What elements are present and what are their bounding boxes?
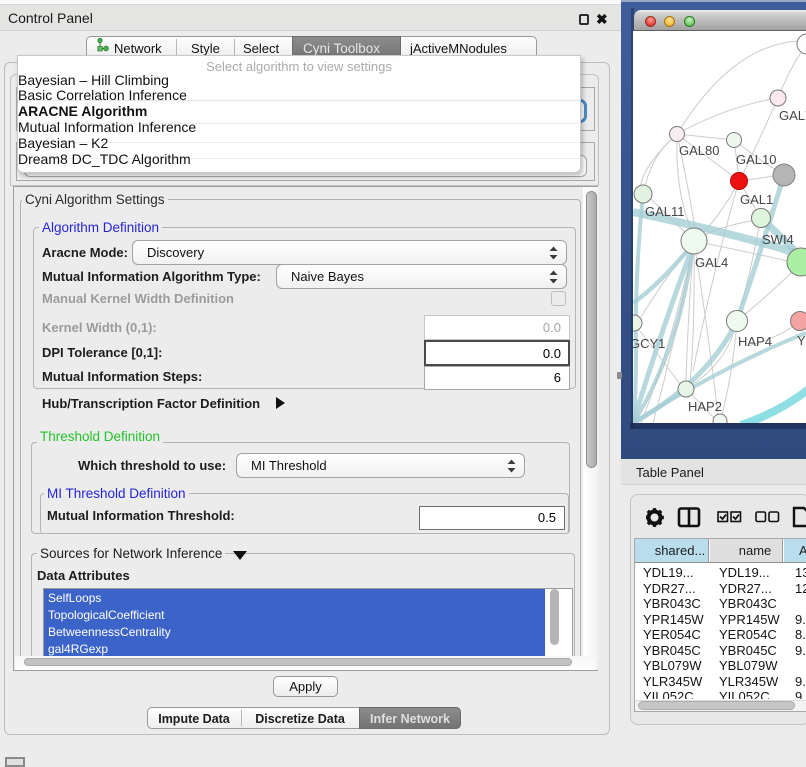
svg-text:GAL10: GAL10 xyxy=(736,152,776,167)
svg-text:SWI4: SWI4 xyxy=(762,232,794,247)
svg-text:GAL11: GAL11 xyxy=(645,204,685,219)
svg-text:GAL7: GAL7 xyxy=(779,108,806,123)
svg-text:HAP2: HAP2 xyxy=(688,399,722,414)
svg-text:HAP4: HAP4 xyxy=(738,334,772,349)
svg-text:GAL4: GAL4 xyxy=(695,255,728,270)
svg-text:GAL80: GAL80 xyxy=(679,143,719,158)
svg-text:YJ: YJ xyxy=(797,333,806,348)
svg-text:GCY1: GCY1 xyxy=(633,336,665,351)
svg-text:GAL1: GAL1 xyxy=(740,192,773,207)
